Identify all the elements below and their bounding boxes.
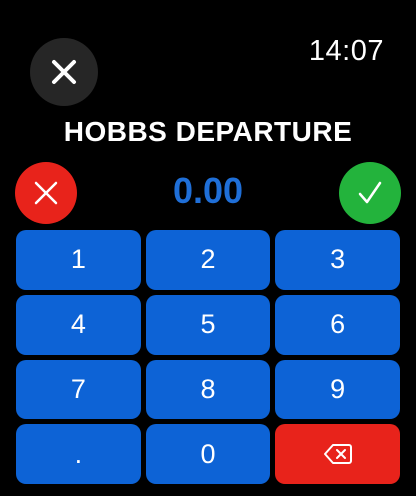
key-decimal[interactable]: .: [16, 424, 141, 484]
key-5[interactable]: 5: [145, 294, 271, 355]
key-3[interactable]: 3: [275, 230, 400, 290]
checkmark-icon: [355, 178, 385, 208]
page-title: HOBBS DEPARTURE: [63, 116, 353, 147]
key-9[interactable]: 9: [275, 359, 400, 420]
confirm-button[interactable]: [339, 162, 401, 224]
close-button[interactable]: [30, 38, 98, 106]
delete-button[interactable]: [275, 424, 400, 484]
key-7[interactable]: 7: [16, 359, 141, 420]
key-6[interactable]: 6: [275, 294, 400, 355]
key-4[interactable]: 4: [16, 294, 141, 355]
close-icon: [50, 58, 78, 86]
key-8[interactable]: 8: [145, 359, 271, 420]
key-1[interactable]: 1: [16, 230, 141, 290]
backspace-icon: [323, 443, 353, 465]
key-2[interactable]: 2: [145, 230, 271, 290]
key-0[interactable]: 0: [145, 424, 271, 484]
clock-time: 14:07: [308, 35, 384, 67]
numeric-keypad: 1 2 3 4 5 6 7 8 9 . 0: [16, 230, 400, 484]
